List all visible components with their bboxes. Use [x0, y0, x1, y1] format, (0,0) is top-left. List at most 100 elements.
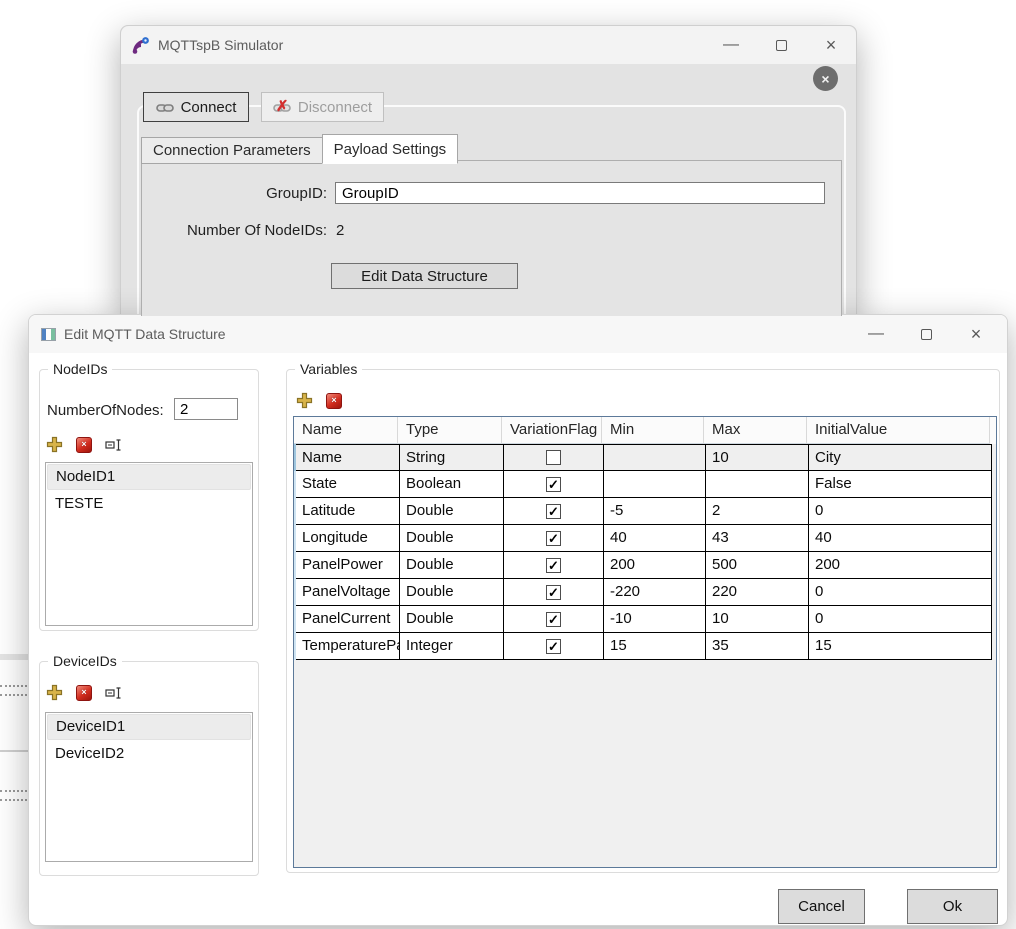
tab-payload-settings[interactable]: Payload Settings: [322, 134, 459, 164]
name-cell[interactable]: Name: [296, 444, 400, 471]
ok-label: Ok: [943, 898, 962, 915]
column-header-variationflag[interactable]: VariationFlag: [502, 417, 602, 444]
initialvalue-cell[interactable]: 40: [809, 525, 992, 552]
max-cell[interactable]: 220: [706, 579, 809, 606]
type-cell[interactable]: Boolean: [400, 471, 504, 498]
min-cell[interactable]: -220: [604, 579, 706, 606]
rename-icon[interactable]: [105, 684, 122, 701]
maximize-button[interactable]: [901, 315, 951, 353]
list-item[interactable]: TESTE: [47, 491, 251, 517]
variationflag-cell[interactable]: ✓: [504, 525, 604, 552]
name-cell[interactable]: Latitude: [296, 498, 400, 525]
name-cell[interactable]: TemperaturePanel: [296, 633, 400, 660]
name-cell[interactable]: Longitude: [296, 525, 400, 552]
edit-data-structure-label: Edit Data Structure: [361, 268, 488, 285]
cancel-button[interactable]: Cancel: [778, 889, 865, 924]
background-window-fragment: [0, 654, 28, 660]
numberofnodes-input[interactable]: [174, 398, 238, 420]
checkbox-checked[interactable]: ✓: [546, 531, 561, 546]
min-cell[interactable]: -5: [604, 498, 706, 525]
delete-icon[interactable]: ×: [76, 685, 92, 701]
min-cell[interactable]: 200: [604, 552, 706, 579]
name-cell[interactable]: PanelVoltage: [296, 579, 400, 606]
variationflag-cell[interactable]: [504, 444, 604, 471]
maximize-button[interactable]: [756, 26, 806, 64]
max-cell[interactable]: 43: [706, 525, 809, 552]
initialvalue-cell[interactable]: False: [809, 471, 992, 498]
groupid-input[interactable]: [335, 182, 825, 204]
notification-close-button[interactable]: ×: [813, 66, 838, 91]
checkbox-checked[interactable]: ✓: [546, 558, 561, 573]
checkbox-checked[interactable]: ✓: [546, 477, 561, 492]
column-header-min[interactable]: Min: [602, 417, 704, 444]
ok-button[interactable]: Ok: [907, 889, 998, 924]
max-cell[interactable]: 35: [706, 633, 809, 660]
initialvalue-cell[interactable]: 0: [809, 606, 992, 633]
list-item[interactable]: DeviceID2: [47, 741, 251, 767]
min-cell[interactable]: 15: [604, 633, 706, 660]
list-item[interactable]: NodeID1: [47, 464, 251, 490]
minimize-button[interactable]: —: [851, 315, 901, 353]
minimize-button[interactable]: —: [706, 26, 756, 64]
max-cell[interactable]: [706, 471, 809, 498]
numberofnodes-label: NumberOfNodes:: [47, 402, 164, 419]
list-item[interactable]: DeviceID1: [47, 714, 251, 740]
deviceids-listbox: DeviceID1DeviceID2: [45, 712, 253, 862]
min-cell[interactable]: [604, 471, 706, 498]
type-cell[interactable]: Double: [400, 552, 504, 579]
edit-data-structure-button[interactable]: Edit Data Structure: [331, 263, 518, 289]
name-cell[interactable]: PanelPower: [296, 552, 400, 579]
type-cell[interactable]: Double: [400, 525, 504, 552]
close-button[interactable]: ×: [806, 26, 856, 64]
name-cell[interactable]: State: [296, 471, 400, 498]
initialvalue-cell[interactable]: 0: [809, 498, 992, 525]
type-cell[interactable]: Double: [400, 606, 504, 633]
column-header-initialvalue[interactable]: InitialValue: [807, 417, 990, 444]
add-icon[interactable]: [46, 436, 63, 453]
table-row: StateBoolean ✓ False: [294, 471, 996, 498]
type-cell[interactable]: Double: [400, 579, 504, 606]
type-cell[interactable]: Integer: [400, 633, 504, 660]
add-icon[interactable]: [46, 684, 63, 701]
name-cell[interactable]: PanelCurrent: [296, 606, 400, 633]
variationflag-cell[interactable]: ✓: [504, 498, 604, 525]
initialvalue-cell[interactable]: 15: [809, 633, 992, 660]
edit-data-structure-window: Edit MQTT Data Structure — × NodeIDs Num…: [28, 314, 1008, 926]
initialvalue-cell[interactable]: 200: [809, 552, 992, 579]
checkbox-checked[interactable]: ✓: [546, 639, 561, 654]
max-cell[interactable]: 10: [706, 606, 809, 633]
checkbox-checked[interactable]: ✓: [546, 585, 561, 600]
column-header-type[interactable]: Type: [398, 417, 502, 444]
max-cell[interactable]: 2: [706, 498, 809, 525]
tab-connection-parameters[interactable]: Connection Parameters: [141, 137, 323, 164]
type-cell[interactable]: Double: [400, 498, 504, 525]
delete-icon[interactable]: ×: [76, 437, 92, 453]
delete-icon[interactable]: ×: [326, 393, 342, 409]
type-cell[interactable]: String: [400, 444, 504, 471]
chain-link-icon: [156, 101, 174, 113]
checkbox-checked[interactable]: ✓: [546, 612, 561, 627]
variationflag-cell[interactable]: ✓: [504, 579, 604, 606]
add-icon[interactable]: [296, 392, 313, 409]
close-button[interactable]: ×: [951, 315, 1001, 353]
variables-datagrid: NameTypeVariationFlagMinMaxInitialValue …: [293, 416, 997, 868]
initialvalue-cell[interactable]: City: [809, 444, 992, 471]
background-window-fragment: [0, 750, 28, 752]
column-header-name[interactable]: Name: [294, 417, 398, 444]
variationflag-cell[interactable]: ✓: [504, 633, 604, 660]
disconnect-button[interactable]: ✗ Disconnect: [261, 92, 384, 122]
variationflag-cell[interactable]: ✓: [504, 552, 604, 579]
column-header-max[interactable]: Max: [704, 417, 807, 444]
connect-button[interactable]: Connect: [143, 92, 249, 122]
min-cell[interactable]: -10: [604, 606, 706, 633]
initialvalue-cell[interactable]: 0: [809, 579, 992, 606]
variationflag-cell[interactable]: ✓: [504, 471, 604, 498]
max-cell[interactable]: 10: [706, 444, 809, 471]
min-cell[interactable]: [604, 444, 706, 471]
checkbox-unchecked[interactable]: [546, 450, 561, 465]
variationflag-cell[interactable]: ✓: [504, 606, 604, 633]
rename-icon[interactable]: [105, 436, 122, 453]
checkbox-checked[interactable]: ✓: [546, 504, 561, 519]
max-cell[interactable]: 500: [706, 552, 809, 579]
min-cell[interactable]: 40: [604, 525, 706, 552]
